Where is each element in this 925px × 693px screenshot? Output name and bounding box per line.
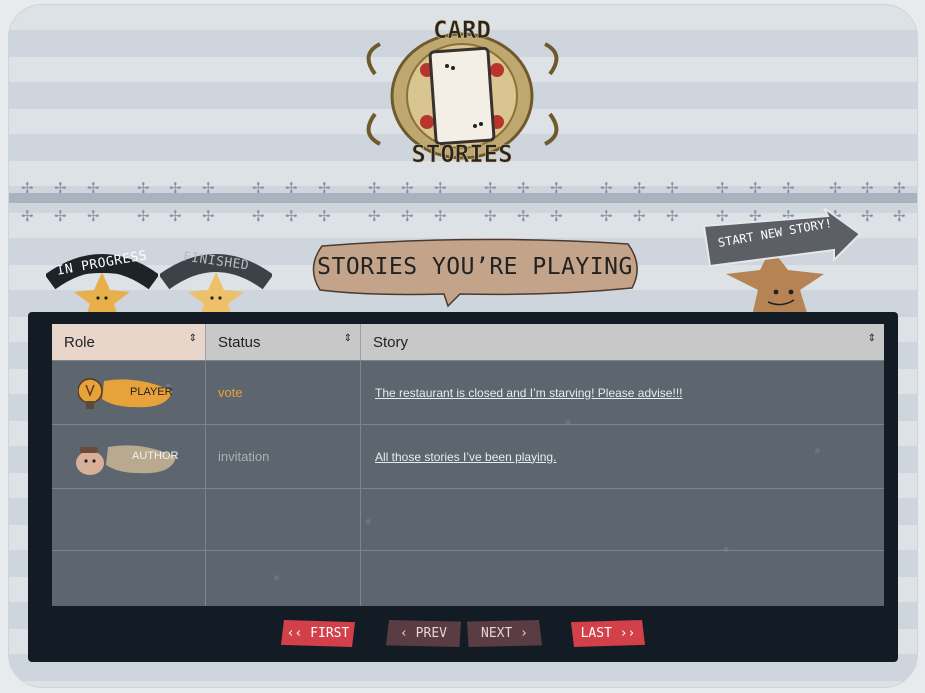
logo-text-top: CARD (433, 16, 491, 44)
story-cell (360, 551, 884, 606)
role-label-author: AUTHOR (132, 450, 179, 462)
role-cell: AUTHOR (52, 425, 205, 488)
role-cell: PLAYER (52, 361, 205, 424)
role-label-player: PLAYER (130, 386, 173, 398)
table-row[interactable]: AUTHOR invitation All those stories I’ve… (52, 424, 884, 488)
table-row (52, 488, 884, 550)
table-header: Role ⇕ Status ⇕ Story ⇕ (52, 324, 884, 360)
title-bubble: STORIES YOU’RE PLAYING (310, 238, 640, 308)
pager-prev-label: ‹ PREV (400, 626, 447, 641)
sort-icon[interactable]: ⇕ (189, 334, 197, 344)
table-row (52, 550, 884, 606)
story-cell (360, 489, 884, 550)
column-header-role[interactable]: Role ⇕ (52, 324, 205, 360)
column-header-label: Status (218, 333, 261, 351)
column-header-label: Role (64, 333, 95, 351)
card-stories-logo: CARD STORIES (366, 16, 559, 168)
story-link[interactable]: The restaurant is closed and I’m starvin… (375, 386, 682, 400)
pager-prev-button[interactable]: ‹ PREV (386, 620, 461, 647)
story-cell: The restaurant is closed and I’m starvin… (360, 361, 884, 424)
column-header-status[interactable]: Status ⇕ (205, 324, 360, 360)
column-header-label: Story (373, 333, 409, 351)
status-cell: invitation (205, 425, 360, 488)
status-cell (205, 551, 360, 606)
sort-icon[interactable]: ⇕ (344, 334, 352, 344)
pager-last-button[interactable]: LAST ›› (571, 620, 645, 647)
pager-last-label: LAST ›› (580, 626, 636, 641)
story-cell: All those stories I’ve been playing. (360, 425, 884, 488)
tab-finished[interactable]: FINISHED (158, 242, 274, 316)
pager-first-label: ‹‹ FIRST (286, 626, 350, 641)
table-row[interactable]: PLAYER vote The restaurant is closed and… (52, 360, 884, 424)
role-cell (52, 551, 205, 606)
logo-text-bottom: STORIES (411, 140, 512, 168)
status-cell: vote (205, 361, 360, 424)
column-header-story[interactable]: Story ⇕ (360, 324, 884, 360)
pager-next-label: NEXT › (481, 626, 528, 641)
page-title: STORIES YOU’RE PLAYING (317, 254, 633, 280)
story-link[interactable]: All those stories I’ve been playing. (375, 450, 556, 464)
tab-in-progress[interactable]: IN PROGRESS (44, 242, 160, 316)
start-new-story-button[interactable]: START NEW STORY! (696, 207, 866, 318)
stories-table: Role ⇕ Status ⇕ Story ⇕ PLAYER vote The … (52, 324, 884, 606)
sort-icon[interactable]: ⇕ (868, 334, 876, 344)
pager-first-button[interactable]: ‹‹ FIRST (281, 620, 355, 647)
divider-band (9, 193, 917, 203)
status-cell (205, 489, 360, 550)
pager-next-button[interactable]: NEXT › (467, 620, 542, 647)
role-cell (52, 489, 205, 550)
